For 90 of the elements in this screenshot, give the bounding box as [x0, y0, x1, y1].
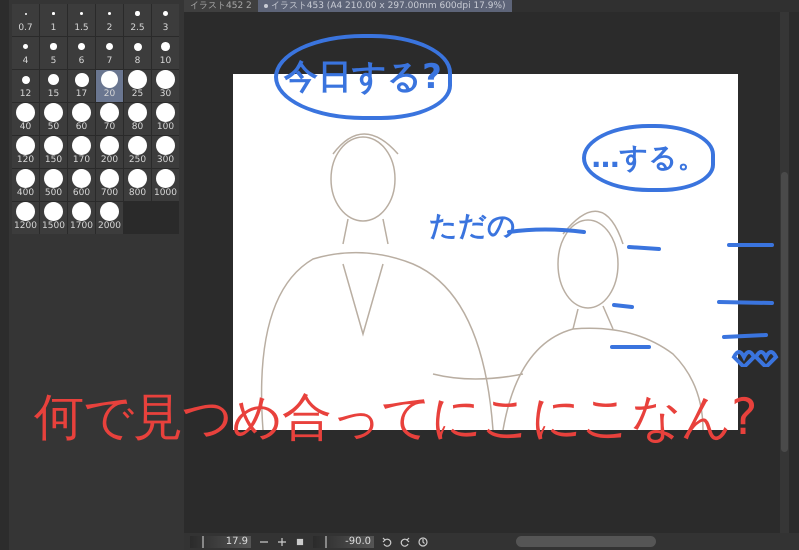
square-icon[interactable] — [295, 536, 305, 546]
brush-size-option[interactable]: 60 — [68, 103, 95, 135]
brush-size-option[interactable]: 1000 — [152, 169, 179, 201]
brush-dot-icon — [72, 136, 91, 155]
brush-size-option[interactable]: 70 — [96, 103, 123, 135]
brush-dot-icon — [22, 76, 30, 84]
brush-size-option[interactable]: 500 — [40, 169, 67, 201]
brush-dot-icon — [44, 136, 63, 155]
brush-dot-icon — [74, 72, 88, 86]
brush-dot-icon — [22, 44, 28, 50]
brush-dot-icon — [135, 11, 140, 16]
brush-size-option[interactable]: 17 — [68, 70, 95, 102]
brush-dot-icon — [72, 202, 91, 221]
brush-size-option[interactable]: 600 — [68, 169, 95, 201]
scrollbar[interactable] — [780, 12, 789, 533]
rotate-left-icon[interactable] — [382, 536, 392, 546]
brush-dot-icon — [163, 11, 168, 16]
brush-dot-icon — [44, 103, 63, 122]
brush-size-option[interactable]: 5 — [40, 37, 67, 69]
brush-size-option[interactable]: 100 — [152, 103, 179, 135]
brush-size-option[interactable]: 7 — [96, 37, 123, 69]
brush-dot-icon — [100, 103, 119, 122]
brush-dot-icon — [16, 136, 35, 155]
brush-size-option[interactable]: 40 — [12, 103, 39, 135]
brush-size-option[interactable]: 170 — [68, 136, 95, 168]
brush-size-option[interactable]: 12 — [12, 70, 39, 102]
brush-size-option[interactable]: 3 — [152, 4, 179, 36]
brush-dot-icon — [50, 43, 57, 50]
brush-dot-icon — [156, 103, 175, 122]
document-tab[interactable]: イラスト452 2 — [184, 0, 258, 12]
brush-size-option[interactable]: 2 — [96, 4, 123, 36]
modified-dot-icon — [264, 4, 268, 8]
scrollbar[interactable] — [516, 536, 656, 547]
brush-size-option[interactable]: 400 — [12, 169, 39, 201]
brush-size-option[interactable]: 2000 — [96, 202, 123, 234]
brush-dot-icon — [108, 12, 112, 16]
brush-dot-icon — [101, 71, 118, 88]
brush-dot-icon — [72, 103, 91, 122]
brush-dot-icon — [72, 169, 91, 188]
brush-dot-icon — [16, 202, 35, 221]
brush-dot-icon — [44, 169, 63, 188]
handwritten-text: …する。 — [592, 140, 706, 176]
brush-size-option[interactable]: 1 — [40, 4, 67, 36]
brush-dot-icon — [48, 74, 59, 85]
zoom-in-icon[interactable] — [277, 536, 287, 546]
brush-size-option[interactable]: 120 — [12, 136, 39, 168]
brush-size-option[interactable]: 15 — [40, 70, 67, 102]
brush-dot-icon — [106, 42, 114, 50]
brush-dot-icon — [100, 136, 119, 155]
brush-size-option[interactable]: 150 — [40, 136, 67, 168]
brush-size-option[interactable]: 30 — [152, 70, 179, 102]
brush-size-option[interactable]: 200 — [96, 136, 123, 168]
brush-dot-icon — [128, 169, 147, 188]
brush-dot-icon — [156, 70, 175, 89]
brush-dot-icon — [128, 70, 147, 89]
brush-size-option[interactable]: 50 — [40, 103, 67, 135]
brush-size-option[interactable]: 6 — [68, 37, 95, 69]
brush-size-option[interactable]: 700 — [96, 169, 123, 201]
brush-size-option[interactable]: 10 — [152, 37, 179, 69]
brush-dot-icon — [44, 202, 63, 221]
rotate-right-icon[interactable] — [400, 536, 410, 546]
brush-size-option[interactable]: 4 — [12, 37, 39, 69]
brush-dot-icon — [16, 103, 35, 122]
brush-dot-icon — [100, 202, 119, 221]
brush-dot-icon — [52, 12, 55, 15]
document-tab[interactable]: イラスト453 (A4 210.00 x 297.00mm 600dpi 17.9%) — [258, 0, 512, 12]
slider-field[interactable]: 17.9 — [190, 536, 251, 548]
slider-field[interactable]: -90.0 — [313, 536, 374, 548]
brush-dot-icon — [128, 103, 147, 122]
brush-size-option[interactable]: 1500 — [40, 202, 67, 234]
brush-size-option[interactable]: 1200 — [12, 202, 39, 234]
brush-dot-icon — [128, 136, 147, 155]
brush-size-option[interactable]: 1.5 — [68, 4, 95, 36]
brush-dot-icon — [16, 169, 35, 188]
brush-dot-icon — [100, 169, 119, 188]
brush-size-option[interactable]: 80 — [124, 103, 151, 135]
brush-dot-icon — [80, 12, 84, 16]
brush-dot-icon — [78, 43, 85, 50]
brush-size-option[interactable]: 1700 — [68, 202, 95, 234]
brush-size-option[interactable]: 250 — [124, 136, 151, 168]
brush-size-option[interactable]: 2.5 — [124, 4, 151, 36]
brush-size-option[interactable]: 25 — [124, 70, 151, 102]
brush-size-option[interactable]: 800 — [124, 169, 151, 201]
brush-size-option[interactable]: 0.7 — [12, 4, 39, 36]
brush-dot-icon — [161, 42, 170, 51]
brush-dot-icon — [156, 169, 175, 188]
brush-dot-icon — [156, 136, 175, 155]
brush-dot-icon — [134, 42, 142, 50]
brush-size-option[interactable]: 300 — [152, 136, 179, 168]
brush-size-option[interactable]: 8 — [124, 37, 151, 69]
